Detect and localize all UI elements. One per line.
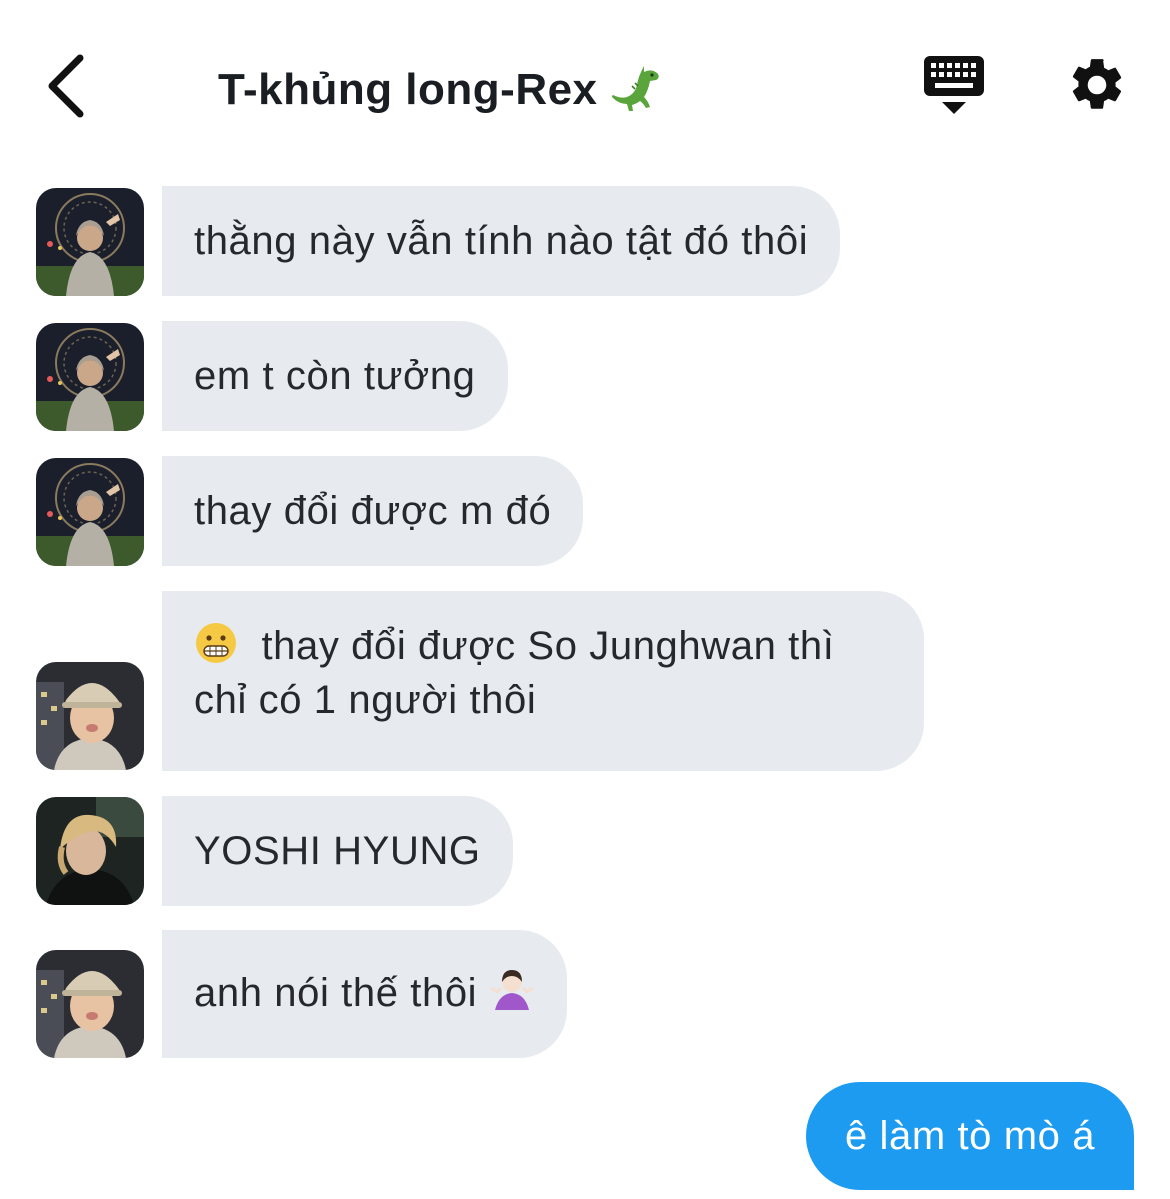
message-text: thằng này vẫn tính nào tật đó thôi [194, 219, 809, 263]
person-shrugging-emoji [490, 970, 534, 1010]
message-row: thay đổi được m đó [0, 456, 1170, 566]
gear-icon [1072, 59, 1122, 109]
message-text: YOSHI HYUNG [194, 829, 481, 873]
avatar[interactable] [36, 950, 144, 1058]
message-bubble[interactable]: thay đổi được So Junghwan thì chỉ có 1 n… [162, 591, 924, 771]
avatar-photo-ferris-wheel [36, 458, 144, 566]
message-row: anh nói thế thôi [0, 930, 1170, 1058]
keyboard-icon [924, 56, 984, 114]
chat-header: T-khủng long-Rex [0, 0, 1170, 170]
avatar-photo-ferris-wheel [36, 323, 144, 431]
avatar-photo-cap [36, 662, 144, 770]
chat-title[interactable]: T-khủng long-Rex [218, 60, 662, 120]
avatar-photo-cap [36, 950, 144, 1058]
avatar[interactable] [36, 662, 144, 770]
message-text: thay đổi được m đó [194, 489, 552, 533]
dinosaur-emoji [611, 66, 659, 111]
message-row: YOSHI HYUNG [0, 796, 1170, 906]
keyboard-button[interactable] [920, 52, 988, 118]
chat-title-text: T-khủng long-Rex [218, 65, 598, 114]
settings-button[interactable] [1066, 54, 1128, 116]
message-bubble[interactable]: em t còn tưởng [162, 321, 508, 431]
message-row: em t còn tưởng [0, 321, 1170, 431]
avatar-photo-ferris-wheel [36, 188, 144, 296]
grimacing-emoji [196, 623, 236, 663]
avatar-photo-blond [36, 797, 144, 905]
message-text: em t còn tưởng [194, 354, 476, 398]
sent-message-bubble[interactable]: ê làm tò mò á [806, 1082, 1134, 1190]
message-bubble[interactable]: thằng này vẫn tính nào tật đó thôi [162, 186, 841, 296]
message-text: anh nói thế thôi [194, 971, 478, 1015]
chevron-left-icon [48, 54, 84, 118]
avatar[interactable] [36, 323, 144, 431]
back-button[interactable] [40, 52, 100, 122]
message-bubble[interactable]: anh nói thế thôi [162, 930, 567, 1058]
message-text: thay đổi được So Junghwan thì chỉ có 1 n… [194, 624, 835, 722]
sent-message-text: ê làm tò mò á [844, 1113, 1096, 1158]
message-bubble[interactable]: YOSHI HYUNG [162, 796, 513, 906]
avatar[interactable] [36, 458, 144, 566]
message-row: thay đổi được So Junghwan thì chỉ có 1 n… [0, 591, 1170, 771]
avatar[interactable] [36, 188, 144, 296]
message-row: thằng này vẫn tính nào tật đó thôi [0, 186, 1170, 296]
avatar[interactable] [36, 797, 144, 905]
message-bubble[interactable]: thay đổi được m đó [162, 456, 584, 566]
